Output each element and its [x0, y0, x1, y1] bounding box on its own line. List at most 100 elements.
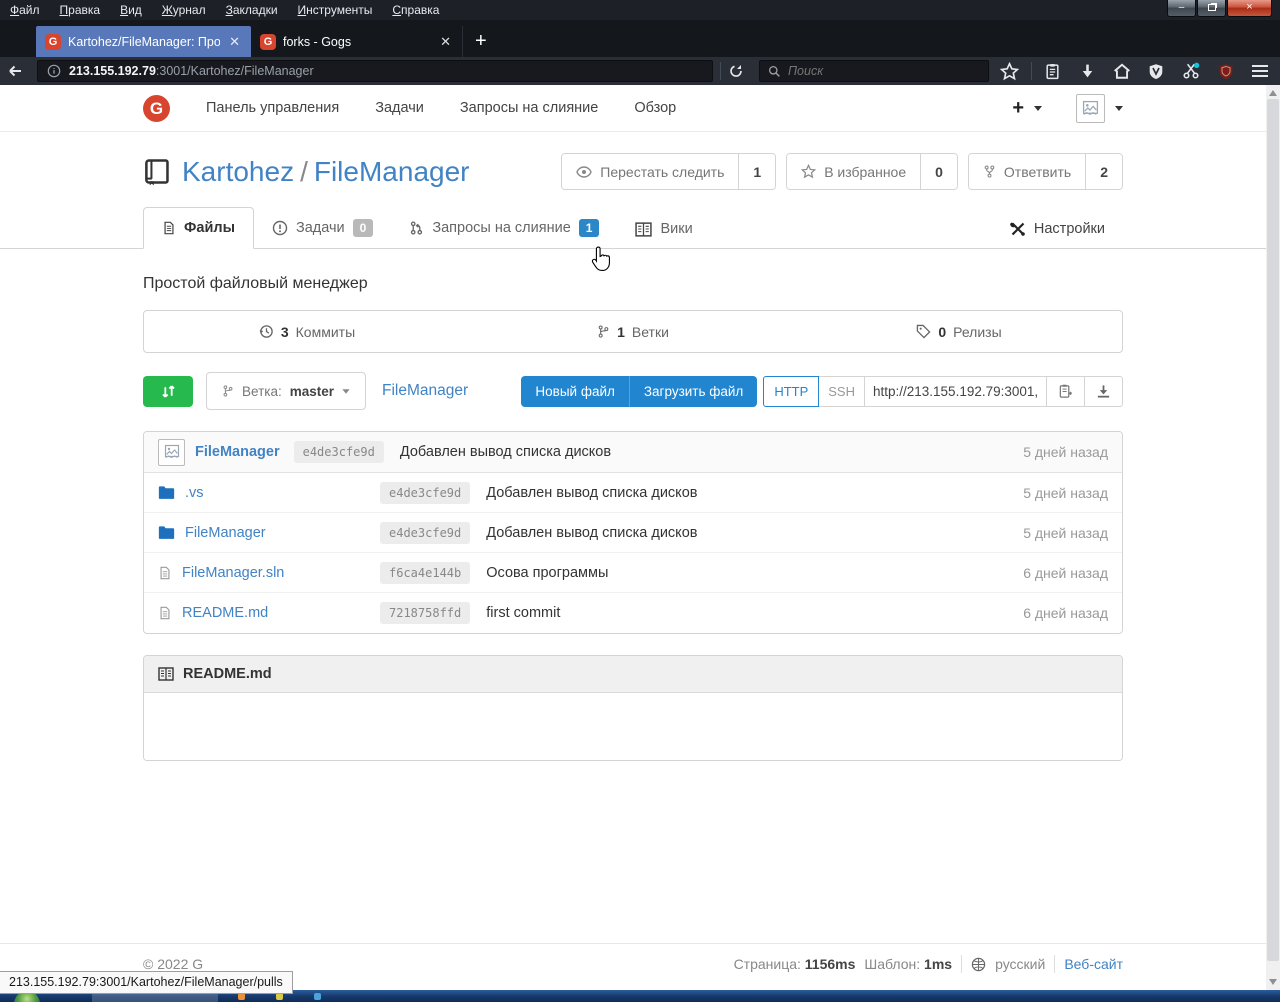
nav-pulls[interactable]: Запросы на слияние — [460, 100, 598, 116]
back-button[interactable] — [6, 63, 30, 79]
branch-icon — [222, 384, 234, 398]
commit-message[interactable]: Добавлен вывод списка дисков — [486, 485, 697, 501]
upload-file-button[interactable]: Загрузить файл — [629, 376, 757, 407]
watch-count[interactable]: 1 — [738, 154, 775, 189]
gogs-logo[interactable]: G — [143, 95, 170, 122]
create-new-button[interactable]: + — [1012, 97, 1024, 120]
toolbar-divider — [720, 62, 721, 80]
browser-tab-active[interactable]: G Kartohez/FileManager: Прос ✕ — [36, 26, 251, 57]
repo-book-icon — [143, 157, 170, 186]
fork-count[interactable]: 2 — [1085, 154, 1122, 189]
branch-controls: Ветка: master FileManager Новый файл Заг… — [143, 372, 1123, 410]
window-controls: – × — [1166, 0, 1272, 17]
tab-wiki[interactable]: Вики — [617, 209, 710, 249]
commit-message[interactable]: Осова программы — [486, 565, 608, 581]
website-link[interactable]: Веб-сайт — [1064, 956, 1123, 972]
menu-help[interactable]: Справка — [392, 3, 439, 17]
search-input[interactable] — [788, 64, 958, 78]
search-box[interactable] — [759, 60, 989, 82]
taskbar-icon[interactable] — [276, 993, 283, 1000]
clipboard-copy-icon — [1058, 383, 1073, 399]
gogs-navbar: G Панель управления Задачи Запросы на сл… — [0, 85, 1266, 132]
copy-url-button[interactable] — [1047, 376, 1085, 407]
home-icon[interactable] — [1108, 58, 1136, 84]
reload-button[interactable] — [728, 63, 752, 79]
stat-releases[interactable]: 0Релизы — [796, 311, 1122, 352]
commit-hash-badge[interactable]: e4de3cfe9d — [380, 482, 470, 504]
commit-hash-badge[interactable]: 7218758ffd — [380, 602, 470, 624]
breadcrumb[interactable]: FileManager — [382, 382, 468, 400]
tab-close-icon[interactable]: ✕ — [227, 34, 242, 50]
commit-hash-badge[interactable]: f6ca4e144b — [380, 562, 470, 584]
tab-close-icon[interactable]: ✕ — [438, 34, 453, 50]
tab-pulls[interactable]: Запросы на слияние 1 — [391, 207, 617, 249]
menu-file[interactable]: Файл — [10, 3, 40, 17]
star-count[interactable]: 0 — [920, 154, 957, 189]
url-bar[interactable]: 213.155.192.79:3001/Kartohez/FileManager — [37, 60, 713, 82]
menu-tools[interactable]: Инструменты — [298, 3, 373, 17]
file-link[interactable]: FileManager — [185, 525, 266, 541]
menu-view[interactable]: Вид — [120, 3, 142, 17]
bookmark-star-icon[interactable] — [996, 58, 1024, 84]
page-scrollbar[interactable] — [1266, 85, 1280, 990]
downloads-icon[interactable] — [1073, 58, 1101, 84]
language-selector[interactable]: русский — [995, 956, 1045, 972]
repo-header: Kartohez/FileManager Перестать следить 1… — [143, 153, 1123, 190]
bookmarks-panel-icon[interactable] — [1039, 58, 1067, 84]
clone-url-input[interactable] — [865, 384, 1046, 399]
download-archive-button[interactable] — [1085, 376, 1123, 407]
http-toggle[interactable]: HTTP — [763, 376, 819, 407]
branch-dropdown[interactable]: Ветка: master — [206, 372, 366, 410]
close-button[interactable]: × — [1227, 0, 1272, 17]
new-tab-button[interactable]: + — [463, 26, 499, 57]
minimize-button[interactable]: – — [1167, 0, 1196, 17]
tab-files[interactable]: Файлы — [143, 207, 254, 249]
site-info-icon[interactable] — [47, 64, 61, 78]
unwatch-button[interactable]: Перестать следить — [562, 154, 738, 189]
file-link[interactable]: .vs — [185, 485, 204, 501]
new-file-button[interactable]: Новый файл — [521, 376, 628, 407]
menu-hamburger-icon[interactable] — [1246, 58, 1274, 84]
fork-button[interactable]: Ответвить — [969, 154, 1085, 189]
commit-message[interactable]: Добавлен вывод списка дисков — [486, 525, 697, 541]
scroll-down-arrow[interactable] — [1269, 979, 1277, 985]
stat-branches[interactable]: 1Ветки — [470, 311, 796, 352]
scrollbar-thumb[interactable] — [1267, 99, 1279, 961]
user-avatar[interactable] — [1076, 94, 1105, 123]
readme-header: README.md — [144, 656, 1122, 693]
taskbar-icon[interactable] — [314, 993, 321, 1000]
menu-edit[interactable]: Правка — [60, 3, 101, 17]
compare-button[interactable] — [143, 376, 193, 407]
commit-hash-badge[interactable]: e4de3cfe9d — [294, 441, 384, 463]
menu-bookmarks[interactable]: Закладки — [226, 3, 278, 17]
footer-divider — [961, 955, 962, 973]
taskbar-icon[interactable] — [238, 993, 245, 1000]
file-link[interactable]: README.md — [182, 605, 268, 621]
chevron-down-icon[interactable] — [1115, 106, 1123, 111]
tab-issues[interactable]: Задачи 0 — [254, 207, 391, 249]
toolbar-divider — [1031, 62, 1032, 80]
extension-icon[interactable] — [1177, 58, 1205, 84]
stat-commits[interactable]: 3Коммиты — [144, 311, 470, 352]
adblock-shield-icon[interactable] — [1212, 58, 1240, 84]
ssh-toggle[interactable]: SSH — [819, 376, 865, 407]
file-link[interactable]: FileManager.sln — [182, 565, 284, 581]
nav-issues[interactable]: Задачи — [375, 100, 424, 116]
chevron-down-icon[interactable] — [1034, 106, 1042, 111]
scroll-up-arrow[interactable] — [1269, 90, 1277, 96]
nav-explore[interactable]: Обзор — [634, 100, 676, 116]
committer-avatar[interactable] — [158, 439, 185, 466]
repo-owner-link[interactable]: Kartohez — [182, 156, 294, 187]
commit-message[interactable]: first commit — [486, 605, 560, 621]
browser-tab-inactive[interactable]: G forks - Gogs ✕ — [251, 26, 463, 57]
committer-name-link[interactable]: FileManager — [195, 444, 280, 460]
menu-history[interactable]: Журнал — [162, 3, 206, 17]
fork-group: Ответвить 2 — [968, 153, 1123, 190]
star-button[interactable]: В избранное — [787, 154, 920, 189]
repo-name-link[interactable]: FileManager — [314, 156, 470, 187]
commit-hash-badge[interactable]: e4de3cfe9d — [380, 522, 470, 544]
tab-settings[interactable]: Настройки — [992, 209, 1123, 249]
nav-dashboard[interactable]: Панель управления — [206, 100, 339, 116]
restore-button[interactable] — [1197, 0, 1226, 17]
protection-shield-icon[interactable] — [1143, 58, 1171, 84]
